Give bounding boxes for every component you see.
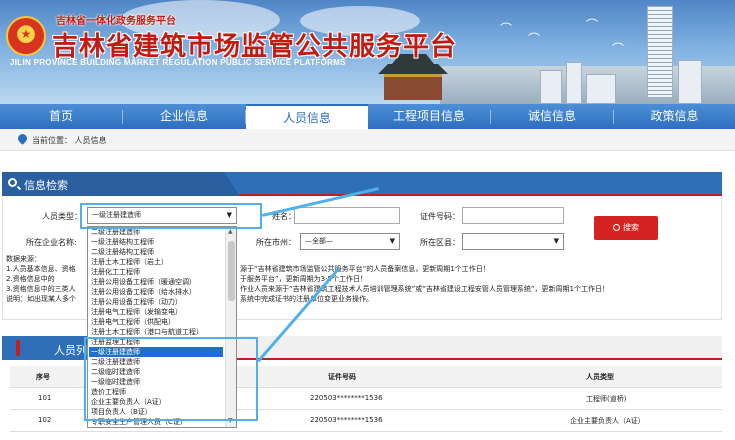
bird-icon: ⌒ <box>528 32 541 46</box>
notes-line: 2.资格信息中的 <box>6 275 55 283</box>
row-cert-number: 220503********1536 <box>310 394 383 402</box>
city-select[interactable]: —全部— ▼ <box>300 233 400 250</box>
building <box>566 62 582 104</box>
search-button-label: 搜索 <box>623 223 639 232</box>
city-value: —全部— <box>305 237 333 245</box>
nav-project-info[interactable]: 工程项目信息 <box>368 104 490 129</box>
bird-icon: ⌒ <box>586 18 599 32</box>
site-header: ⌒ ⌒ ⌒ ⌒ ★ 吉林省一体化政务服务平台 吉林省建筑市场监管公共服务平台 J… <box>0 0 735 104</box>
nav-policy-info[interactable]: 政策信息 <box>614 104 735 129</box>
nav-company-info[interactable]: 企业信息 <box>123 104 245 129</box>
dropdown-option[interactable]: 注册土木工程师（岩土） <box>89 257 223 267</box>
bird-icon: ⌒ <box>612 42 625 56</box>
cert-number-input[interactable] <box>462 207 564 224</box>
company-name-label: 所在企业名称: <box>26 238 77 247</box>
breadcrumb-current[interactable]: 人员信息 <box>75 136 107 145</box>
breadcrumb: 当前位置： 人员信息 <box>0 129 735 151</box>
notes-line: 数据来源： <box>6 255 41 263</box>
notes-line: 作业人员来源于“吉林省建筑工程技术人员培训管理系统”或“吉林省建设工程安管人员管… <box>240 285 609 293</box>
district-label: 所在区县： <box>420 238 460 247</box>
bird-icon: ⌒ <box>500 22 513 36</box>
person-type-label: 人员类型： <box>42 212 82 221</box>
notes-line: 1.人员基本信息、资格 <box>6 265 76 273</box>
search-icon <box>8 178 17 187</box>
row-number: 101 <box>38 394 52 402</box>
row-person-type: 工程师(道桥) <box>586 395 627 403</box>
dropdown-option[interactable]: 一级注册结构工程师 <box>89 237 223 247</box>
dropdown-option[interactable]: 注册电气工程师（发输变电） <box>89 307 223 317</box>
search-button[interactable]: 搜索 <box>594 216 658 240</box>
notes-line: 源于“吉林省建筑市场监管公共服务平台”的人员备案信息，更新周期1个工作日！ <box>240 265 490 273</box>
national-emblem-icon: ★ <box>6 16 46 56</box>
cert-number-label: 证件号码： <box>420 212 460 221</box>
dropdown-option[interactable]: 二级注册结构工程师 <box>89 247 223 257</box>
dropdown-option[interactable]: 注册公用设备工程师（动力） <box>89 297 223 307</box>
dropdown-option[interactable]: 注册公用设备工程师（给水排水） <box>89 287 223 297</box>
city-label: 所在市州： <box>256 238 296 247</box>
nav-personnel-info[interactable]: 人员信息 <box>246 104 368 129</box>
dropdown-option[interactable]: 注册土木工程师（港口与航道工程） <box>89 327 223 337</box>
name-input[interactable] <box>294 207 400 224</box>
building <box>586 74 616 104</box>
scroll-up-icon[interactable]: ▲ <box>228 228 233 235</box>
notes-line: 3.资格信息中的三类人 <box>6 285 76 293</box>
column-header: 证件号码 <box>328 373 356 381</box>
english-title: JILIN PROVINCE BUILDING MARKET REGULATIO… <box>10 58 346 67</box>
tower-building <box>647 6 673 98</box>
notes-line: 说明：如出现某人多个 <box>6 295 76 303</box>
notes-line: 于服务平台”，更新周期为3-5个工作日！ <box>240 275 368 283</box>
building <box>540 70 562 104</box>
dropdown-option[interactable]: 注册公用设备工程师（暖通空调） <box>89 277 223 287</box>
dropdown-option[interactable]: 注册电气工程师（供配电） <box>89 317 223 327</box>
chevron-down-icon: ▼ <box>553 237 559 245</box>
nav-home[interactable]: 首页 <box>0 104 122 129</box>
main-nav: 首页 企业信息 人员信息 工程项目信息 诚信信息 政策信息 <box>0 104 735 129</box>
column-header: 序号 <box>36 373 50 381</box>
building <box>678 60 702 104</box>
column-header: 人员类型 <box>586 373 614 381</box>
highlight-box-select <box>80 203 262 229</box>
search-icon <box>613 224 620 231</box>
dropdown-option[interactable]: 注册化工工程师 <box>89 267 223 277</box>
scrollbar-thumb[interactable] <box>228 241 235 301</box>
row-number: 102 <box>38 416 52 424</box>
platform-subtitle: 吉林省一体化政务服务平台 <box>56 16 176 27</box>
row-person-type: 企业主要负责人（A证） <box>570 417 645 425</box>
nav-credit-info[interactable]: 诚信信息 <box>491 104 613 129</box>
chevron-down-icon: ▼ <box>389 237 395 245</box>
highlight-box-options <box>84 337 258 421</box>
breadcrumb-prefix: 当前位置： <box>32 136 72 145</box>
search-panel-title: 信息检索 <box>24 179 68 192</box>
district-select[interactable]: ▼ <box>462 233 564 250</box>
row-cert-number: 220503********1536 <box>310 416 383 424</box>
location-pin-icon <box>16 132 29 145</box>
